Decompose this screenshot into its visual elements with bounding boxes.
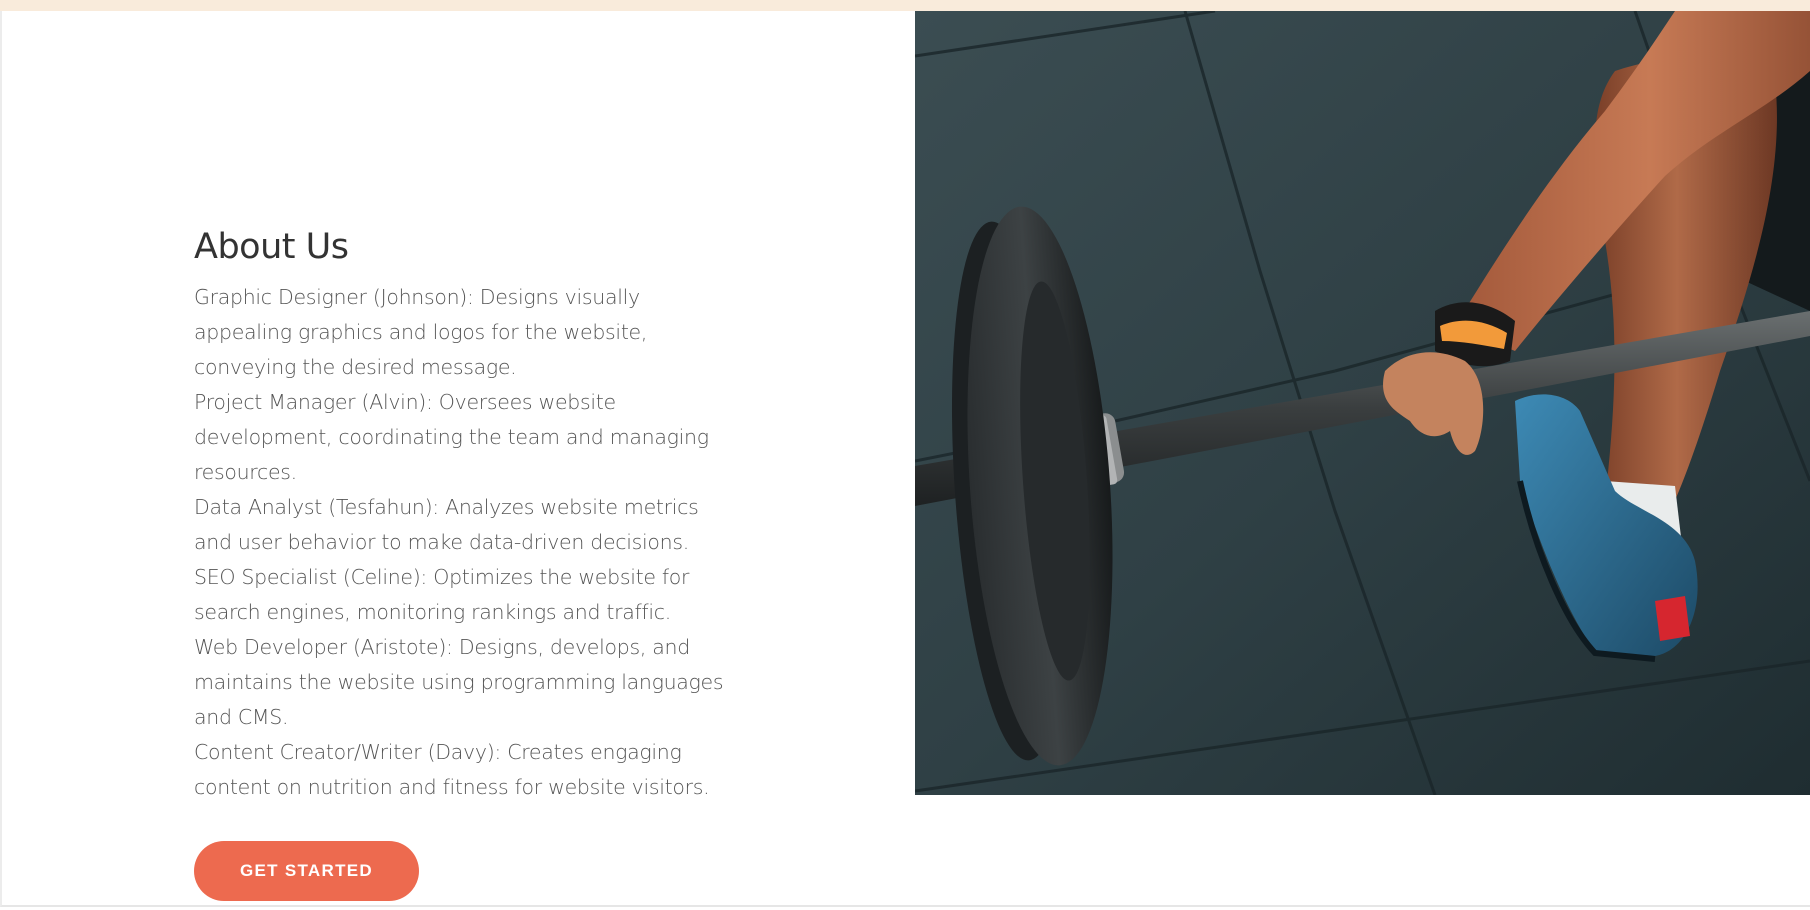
team-member-johnson: Graphic Designer (Johnson): Designs visu… [194,285,648,379]
barbell-deadlift-photo [915,11,1810,795]
team-member-celine: SEO Specialist (Celine): Optimizes the w… [194,565,690,624]
team-member-davy: Content Creator/Writer (Davy): Creates e… [194,740,710,799]
about-content: About Us Graphic Designer (Johnson): Des… [194,224,734,805]
about-description: Graphic Designer (Johnson): Designs visu… [194,280,734,805]
get-started-button[interactable]: GET STARTED [194,841,419,901]
team-member-alvin: Project Manager (Alvin): Oversees websit… [194,390,709,484]
team-member-tesfahun: Data Analyst (Tesfahun): Analyzes websit… [194,495,699,554]
top-band [0,0,1810,11]
about-title: About Us [194,227,349,267]
team-member-aristote: Web Developer (Aristote): Designs, devel… [194,635,724,729]
